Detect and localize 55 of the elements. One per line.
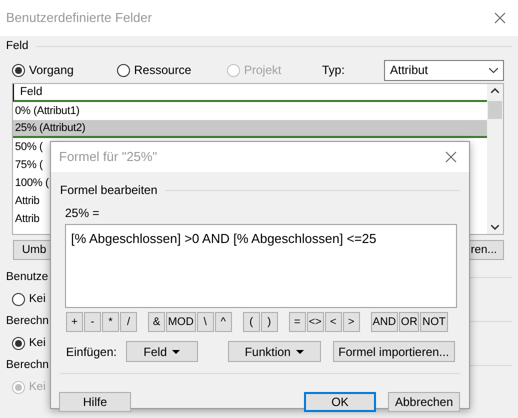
scroll-thumb[interactable] bbox=[488, 101, 502, 120]
dialog-button[interactable]: Abbrechen bbox=[388, 392, 460, 412]
operator-button[interactable]: <> bbox=[306, 312, 324, 332]
operator-button[interactable]: * bbox=[102, 312, 119, 332]
radio-label: Kei bbox=[29, 336, 46, 352]
operator-button[interactable]: NOT bbox=[420, 312, 448, 332]
list-row[interactable]: 25% (Attribut2) bbox=[13, 120, 487, 138]
operator-button[interactable]: = bbox=[288, 312, 306, 332]
caret-icon bbox=[296, 350, 304, 354]
operator-button[interactable]: AND bbox=[370, 312, 398, 332]
operator-button[interactable]: OR bbox=[398, 312, 420, 332]
close-icon[interactable] bbox=[445, 151, 457, 163]
scroll-up-icon[interactable] bbox=[491, 88, 499, 94]
radio-button[interactable] bbox=[12, 293, 25, 306]
section-label: Benutze bbox=[6, 270, 48, 285]
dialog-button[interactable]: OK bbox=[304, 392, 376, 412]
radio-button[interactable] bbox=[117, 64, 130, 77]
type-label: Typ: bbox=[322, 62, 346, 80]
insert-label: Einfügen: bbox=[66, 344, 117, 360]
group-label: Formel bearbeiten bbox=[60, 182, 158, 199]
type-dropdown[interactable]: Attribut bbox=[384, 60, 504, 81]
group-label: Feld bbox=[6, 39, 28, 54]
operator-button[interactable]: & bbox=[148, 312, 165, 332]
operator-button[interactable]: - bbox=[84, 312, 101, 332]
scrollbar[interactable] bbox=[487, 84, 503, 234]
window-title: Benutzerdefinierte Felder bbox=[6, 9, 152, 28]
insert-button[interactable]: Feld bbox=[126, 341, 198, 362]
radio-label: Projekt bbox=[244, 62, 282, 80]
formula-input[interactable]: [% Abgeschlossen] >0 AND [% Abgeschlossen] <=25 bbox=[65, 224, 457, 308]
insert-button[interactable]: Formel importieren... bbox=[332, 341, 455, 362]
section-label: Berechn bbox=[6, 358, 49, 373]
operator-button[interactable]: ( bbox=[242, 312, 260, 332]
chevron-icon bbox=[489, 68, 498, 73]
insert-button[interactable]: Funktion bbox=[228, 341, 321, 362]
radio-label: Kei bbox=[29, 292, 46, 308]
radio-label: Vorgang bbox=[29, 62, 74, 80]
caret-icon bbox=[172, 350, 180, 354]
radio-label: Ressource bbox=[134, 62, 192, 80]
operator-button[interactable]: ) bbox=[260, 312, 278, 332]
radio-label: Kei bbox=[29, 380, 46, 396]
dialog-title: Formel für "25%" bbox=[59, 148, 158, 166]
section-label: Berechn bbox=[6, 314, 49, 329]
operator-button[interactable]: ^ bbox=[214, 312, 232, 332]
scroll-down-icon[interactable] bbox=[491, 225, 499, 230]
dialog-button[interactable]: Hilfe bbox=[59, 392, 131, 412]
radio-button[interactable] bbox=[12, 337, 25, 350]
operator-button[interactable]: > bbox=[342, 312, 360, 332]
operator-button[interactable]: \ bbox=[196, 312, 214, 332]
radio-button[interactable] bbox=[12, 64, 25, 77]
operator-button[interactable]: < bbox=[324, 312, 342, 332]
expression-label: 25% = bbox=[65, 205, 100, 222]
operator-button[interactable]: + bbox=[66, 312, 83, 332]
close-icon[interactable] bbox=[494, 12, 506, 24]
operator-button[interactable]: MOD bbox=[166, 312, 196, 332]
operator-button[interactable]: / bbox=[120, 312, 137, 332]
